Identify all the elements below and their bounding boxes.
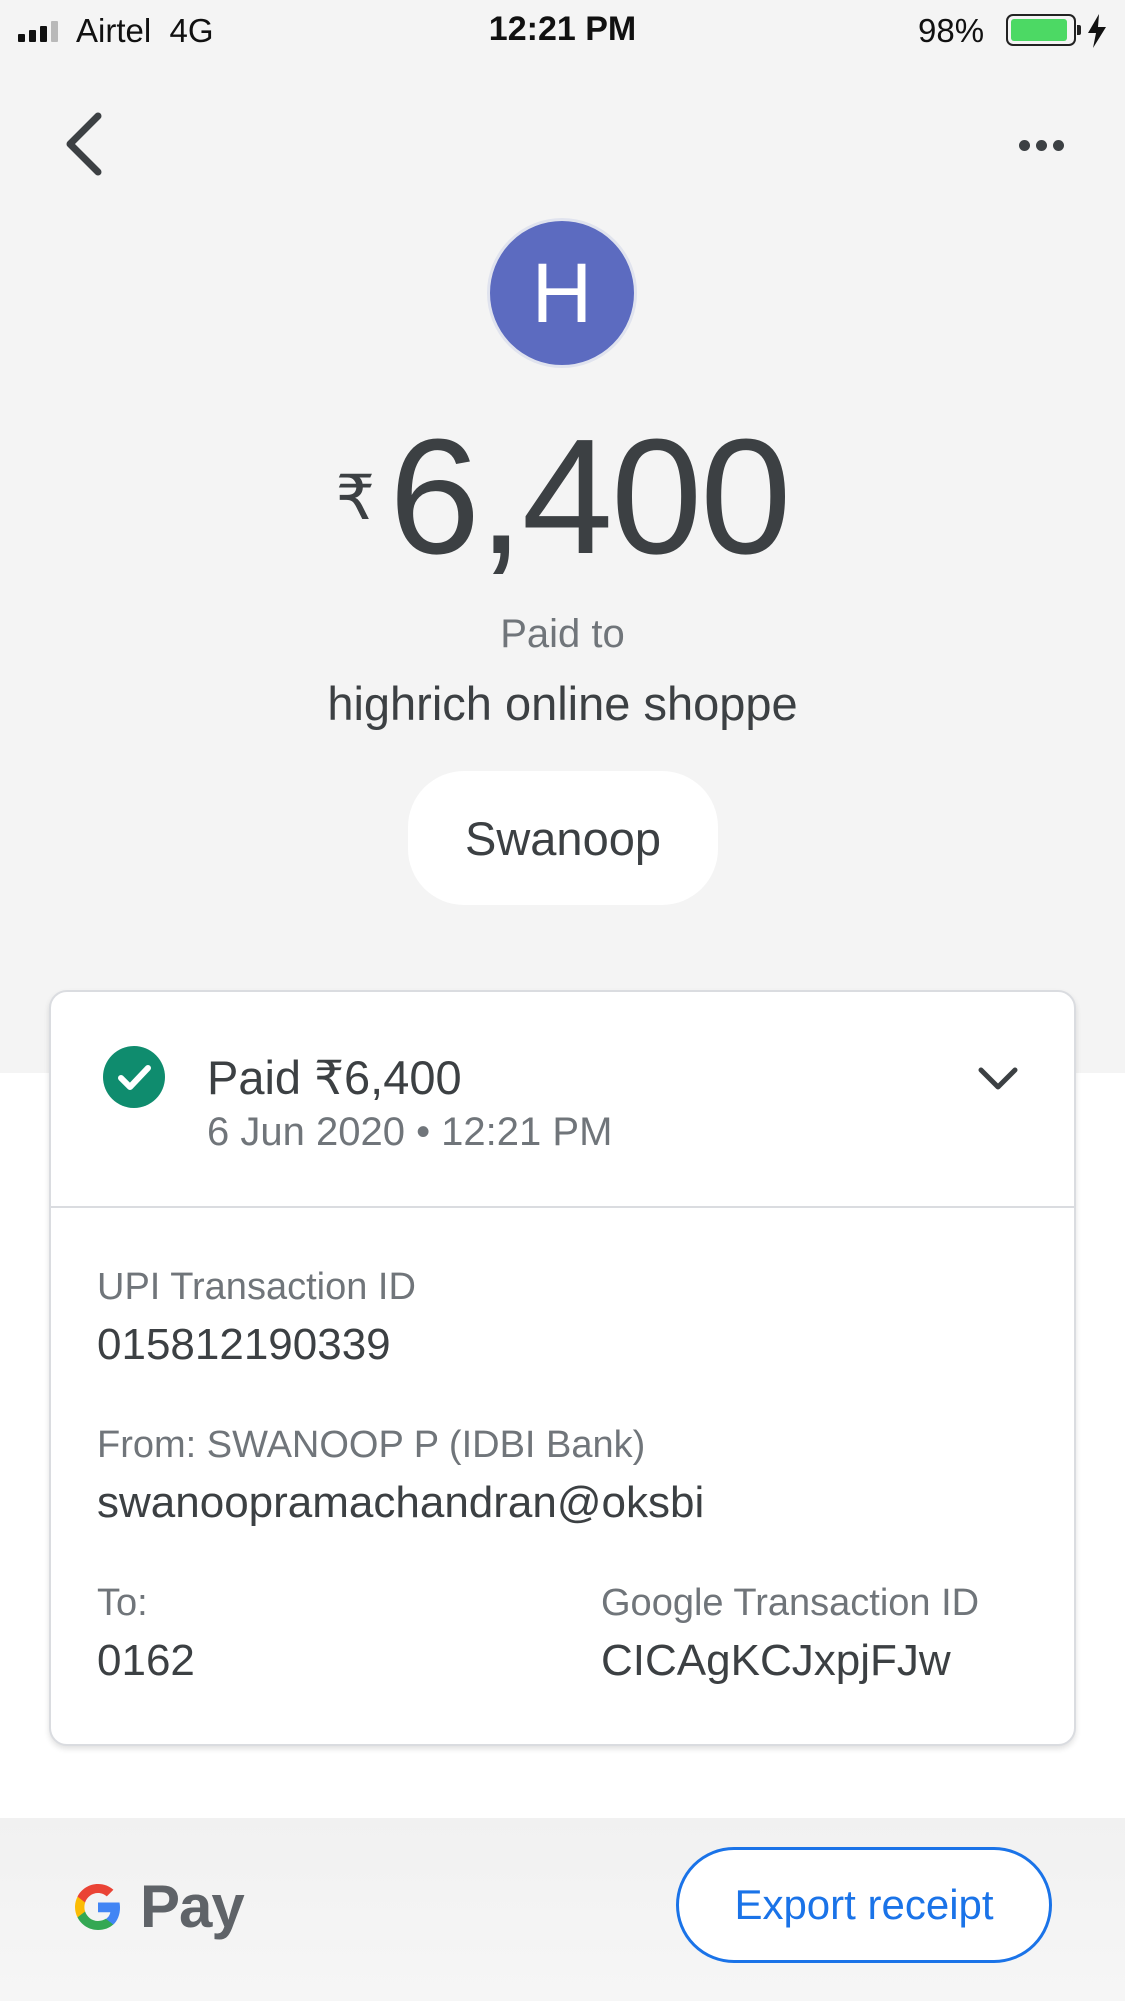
- more-options-button[interactable]: [1010, 120, 1072, 170]
- payment-amount: ₹ 6,400: [0, 415, 1125, 579]
- battery-icon: [1006, 14, 1081, 46]
- google-g-icon: [75, 1883, 120, 1930]
- to-value: 0162: [97, 1636, 195, 1685]
- currency-symbol: ₹: [335, 464, 376, 533]
- chevron-down-icon[interactable]: [973, 1054, 1023, 1104]
- status-bar: Airtel 4G 12:21 PM 98%: [0, 0, 1125, 62]
- export-receipt-button[interactable]: Export receipt: [676, 1847, 1052, 1963]
- from-value: swanoopramachandran@oksbi: [97, 1478, 705, 1527]
- paid-to-label: Paid to: [500, 612, 625, 656]
- check-circle-icon: [103, 1046, 165, 1108]
- payee-avatar: H: [487, 218, 637, 368]
- upi-id-value: 015812190339: [97, 1320, 391, 1369]
- payee-name: highrich online shoppe: [327, 677, 798, 730]
- battery-percentage: 98%: [918, 12, 985, 49]
- back-button[interactable]: [56, 108, 116, 178]
- transaction-summary[interactable]: Paid ₹6,400 6 Jun 2020 • 12:21 PM: [51, 992, 1074, 1208]
- google-id-value: CICAgKCJxpjFJw: [601, 1636, 951, 1685]
- charging-icon: [1088, 14, 1106, 48]
- chevron-left-icon: [66, 112, 102, 176]
- payment-status: Paid ₹6,400: [207, 1051, 462, 1104]
- transaction-card: Paid ₹6,400 6 Jun 2020 • 12:21 PM UPI Tr…: [49, 990, 1076, 1746]
- from-label: From: SWANOOP P (IDBI Bank): [97, 1424, 646, 1466]
- payment-date: 6 Jun 2020 • 12:21 PM: [207, 1110, 613, 1154]
- more-horizontal-icon: [1018, 139, 1030, 151]
- google-id-label: Google Transaction ID: [601, 1582, 980, 1624]
- google-pay-logo: Pay: [70, 1872, 245, 1941]
- to-label: To:: [97, 1582, 148, 1624]
- amount-value: 6,400: [389, 405, 791, 588]
- note-chip[interactable]: Swanoop: [408, 771, 718, 905]
- upi-id-label: UPI Transaction ID: [97, 1266, 416, 1308]
- pay-wordmark: Pay: [140, 1873, 245, 1940]
